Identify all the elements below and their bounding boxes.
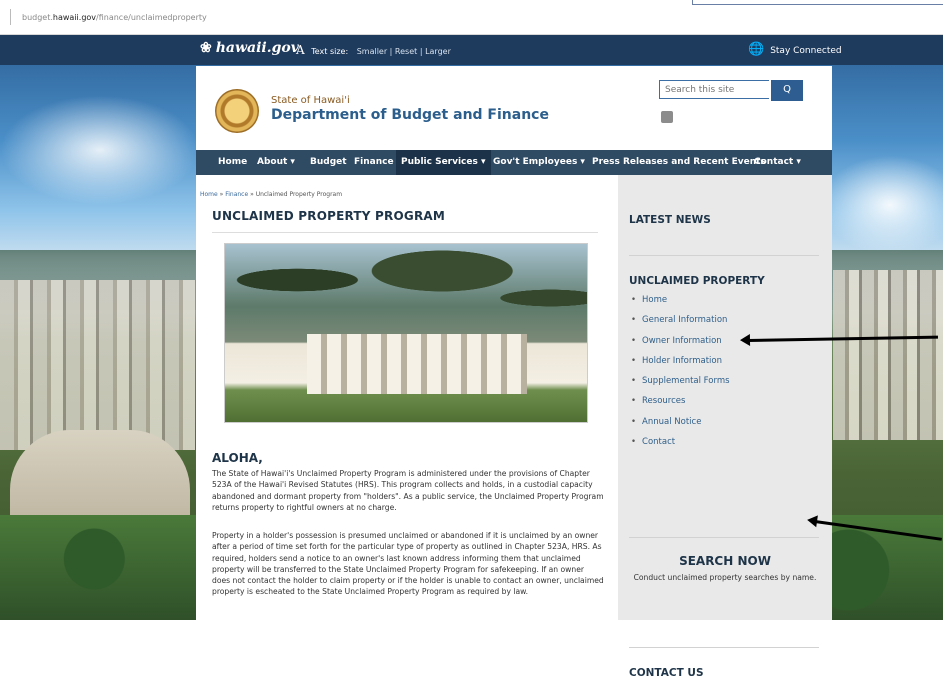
rss-icon[interactable] [661,111,673,123]
flower-icon: ❀ [200,40,212,56]
presumption-paragraph: Property in a holder's possession is pre… [212,531,604,597]
search-input[interactable] [659,80,769,99]
page-title: UNCLAIMED PROPERTY PROGRAM [212,209,446,223]
text-size-label: Text size: [311,47,349,56]
sidebar: LATEST NEWS UNCLAIMED PROPERTY • Home • Ge… [618,175,832,679]
text-size-controls: A Text size: Smaller | Reset | Larger [296,43,451,57]
sidebar-link-general-information[interactable]: • General Information [631,315,730,335]
unclaimed-property-heading: UNCLAIMED PROPERTY [629,275,765,287]
url-bar-divider [10,9,11,25]
site-search: Q [659,80,803,101]
text-size-icon: A [296,43,305,57]
popup-edge [692,0,943,5]
globe-icon: 🌐 [748,42,765,57]
search-now-description: Conduct unclaimed property searches by n… [633,573,817,582]
search-icon: Q [783,84,791,95]
state-seal-icon[interactable] [215,89,259,133]
title-divider [212,232,598,233]
nav-budget[interactable]: Budget [310,157,347,167]
text-reset-link[interactable]: Reset [395,47,417,56]
state-name[interactable]: State of Hawai'i [271,95,350,106]
browser-url-bar[interactable]: budget.hawaii.gov/finance/unclaimedprope… [0,0,943,35]
contact-us-heading: CONTACT US [629,667,704,679]
building-photo [224,243,588,423]
aloha-heading: ALOHA, [212,451,263,465]
stay-connected-link[interactable]: 🌐 Stay Connected [748,42,842,57]
nav-finance[interactable]: Finance [354,157,394,167]
text-larger-link[interactable]: Larger [425,47,451,56]
sidebar-link-owner-information[interactable]: • Owner Information [631,336,730,356]
search-button[interactable]: Q [771,80,803,101]
hawaii-gov-logo[interactable]: ❀ hawaii.gov [200,40,299,56]
nav-home[interactable]: Home [218,157,247,167]
text-smaller-link[interactable]: Smaller [357,47,387,56]
sidebar-link-contact[interactable]: • Contact [631,437,730,457]
sidebar-link-supplemental-forms[interactable]: • Supplemental Forms [631,376,730,396]
department-title[interactable]: Department of Budget and Finance [271,107,549,123]
main-nav: Home About ▾ Budget Finance Public Servi… [196,150,832,175]
nav-contact[interactable]: Contact ▾ [754,157,801,167]
sidebar-link-annual-notice[interactable]: • Annual Notice [631,417,730,437]
sidebar-link-resources[interactable]: • Resources [631,396,730,416]
unclaimed-links: • Home • General Information • Owner Inform… [631,295,730,457]
site-header: State of Hawai'i Department of Budget an… [196,66,832,150]
breadcrumb-current: Unclaimed Property Program [255,191,343,198]
breadcrumb-home[interactable]: Home [200,191,218,198]
intro-paragraph: The State of Hawai'i's Unclaimed Propert… [212,469,604,512]
page-container: State of Hawai'i Department of Budget an… [196,66,832,679]
sidebar-link-home[interactable]: • Home [631,295,730,315]
url-text[interactable]: budget.hawaii.gov/finance/unclaimedprope… [22,13,207,22]
nav-govt-employees[interactable]: Gov't Employees ▾ [493,157,585,167]
search-now-heading[interactable]: SEARCH NOW [618,554,832,568]
breadcrumb: Home » Finance » Unclaimed Property Prog… [200,191,343,198]
nav-public-services[interactable]: Public Services ▾ [396,150,491,175]
sidebar-link-holder-information[interactable]: • Holder Information [631,356,730,376]
nav-press-releases[interactable]: Press Releases and Recent Events [592,157,766,167]
nav-about[interactable]: About ▾ [257,157,295,167]
main-content: Home » Finance » Unclaimed Property Prog… [196,175,616,620]
breadcrumb-finance[interactable]: Finance [225,191,248,198]
latest-news-heading: LATEST NEWS [629,214,711,226]
